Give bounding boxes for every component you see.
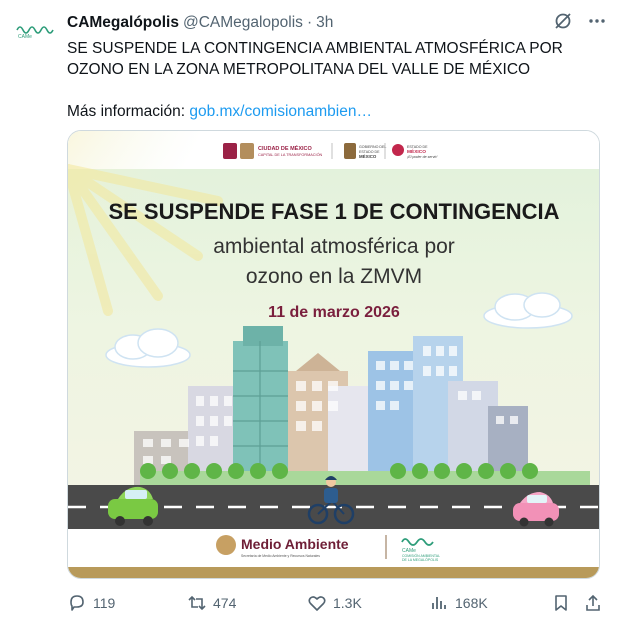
tweet-text-line-2: OZONO EN LA ZONA METROPOLITANA DEL VALLE…: [67, 61, 531, 78]
repost-icon: [187, 593, 207, 613]
media-card[interactable]: CIUDAD DE MÉXICO CAPITAL DE LA TRANSFORM…: [67, 130, 600, 579]
bookmark-button[interactable]: [551, 590, 571, 616]
avatar-logo-text: CAMe: [18, 34, 32, 40]
reply-icon: [67, 593, 87, 613]
views-count: 168K: [455, 595, 488, 611]
card-subtitle-2: ozono en la ZMVM: [246, 265, 422, 288]
tweet-text: SE SUSPENDE LA CONTINGENCIA AMBIENTAL AT…: [67, 38, 597, 122]
timestamp[interactable]: 3h: [316, 14, 333, 32]
grok-icon[interactable]: [553, 11, 573, 36]
edomex-brand-1: ESTADO DE: [407, 145, 428, 149]
medio-ambiente-title: Medio Ambiente: [241, 536, 349, 552]
like-count: 1.3K: [333, 595, 362, 611]
bookmark-icon: [551, 593, 571, 613]
repost-count: 474: [213, 595, 237, 611]
cdmx-sub: CAPITAL DE LA TRANSFORMACIÓN: [258, 152, 323, 157]
avatar[interactable]: CAMe: [14, 20, 58, 42]
footer-bar: [68, 567, 599, 578]
share-icon: [583, 593, 603, 613]
more-info-line: Más información: gob.mx/comisionambien…: [67, 101, 597, 122]
tweet-text-line-1: SE SUSPENDE LA CONTINGENCIA AMBIENTAL AT…: [67, 40, 563, 57]
came-sub-2: DE LA MEGALÓPOLIS: [402, 557, 439, 562]
heart-icon: [307, 593, 327, 613]
separator: ·: [306, 14, 313, 31]
reply-button[interactable]: 119: [67, 590, 115, 616]
reply-count: 119: [93, 595, 116, 611]
more-info-link[interactable]: gob.mx/comisionambien…: [189, 103, 372, 120]
edomex-brand-3: ¡El poder de servir!: [407, 155, 437, 159]
tweet-header: CAMegalópolis @CAMegalopolis · 3h: [67, 12, 607, 34]
card-title: SE SUSPENDE FASE 1 DE CONTINGENCIA: [108, 199, 559, 224]
card-subtitle-1: ambiental atmosférica por: [213, 235, 455, 258]
author-handle[interactable]: @CAMegalopolis: [183, 14, 303, 32]
views-icon: [429, 593, 449, 613]
views-button[interactable]: 168K: [429, 590, 488, 616]
share-button[interactable]: [583, 590, 603, 616]
repost-button[interactable]: 474: [187, 590, 236, 616]
medio-ambiente-sub: Secretaría de Medio Ambiente y Recursos …: [241, 554, 320, 558]
more-info-label: Más información:: [67, 103, 186, 120]
edomex-gov-1: GOBIERNO DEL: [359, 145, 386, 149]
more-options-icon[interactable]: [587, 11, 607, 36]
action-bar: 119 474 1.3K 168K: [67, 590, 605, 616]
author-name[interactable]: CAMegalópolis: [67, 14, 179, 32]
cdmx-title: CIUDAD DE MÉXICO: [258, 144, 313, 152]
edomex-gov-3: MÉXICO: [359, 154, 377, 159]
like-button[interactable]: 1.3K: [307, 590, 362, 616]
card-date: 11 de marzo 2026: [268, 304, 400, 321]
